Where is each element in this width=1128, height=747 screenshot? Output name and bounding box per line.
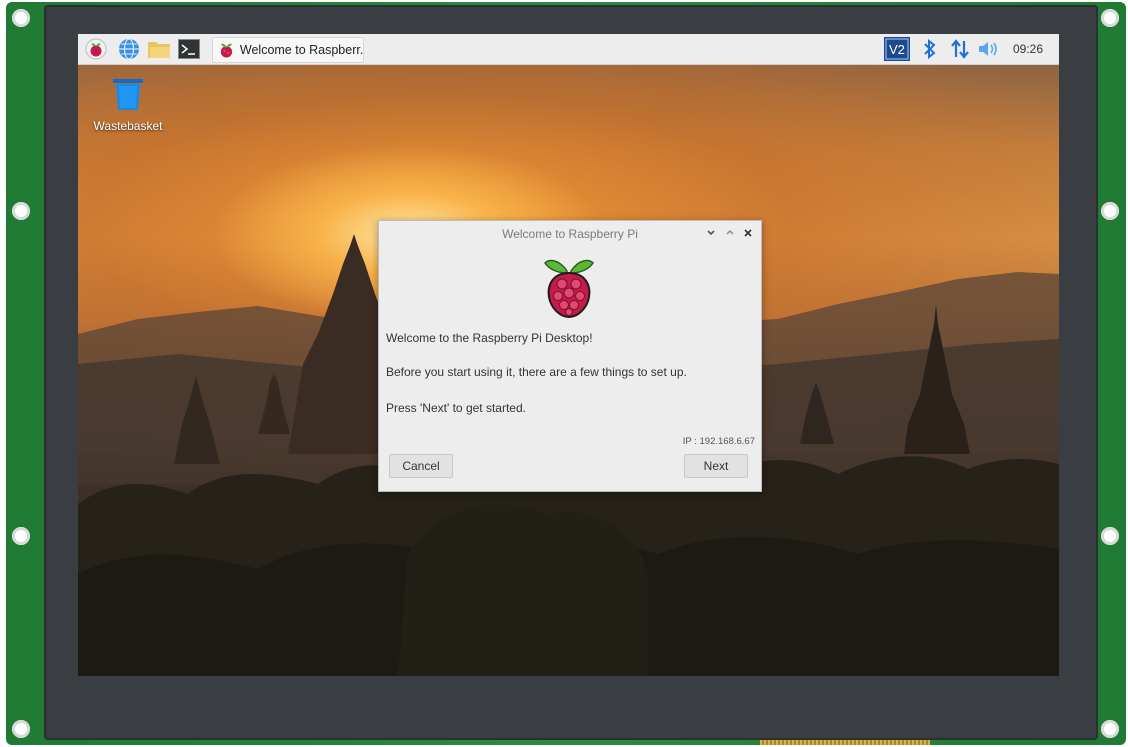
vnc-tray-button[interactable]: V2: [884, 37, 910, 61]
close-button[interactable]: [741, 226, 755, 240]
taskbar: Welcome to Raspberr... V2 09:26: [78, 34, 1059, 65]
ip-address: IP : 192.168.6.67: [682, 436, 755, 447]
chevron-up-icon: [726, 230, 734, 235]
vnc-icon: V2: [884, 37, 910, 61]
welcome-dialog: Welcome to Raspberry Pi Welcome to the R…: [378, 220, 762, 492]
cancel-button[interactable]: Cancel: [389, 454, 453, 478]
browser-button[interactable]: [116, 37, 142, 61]
trash-icon: [113, 79, 143, 110]
instruction-message: Press 'Next' to get started.: [386, 401, 526, 415]
maximize-button[interactable]: [723, 226, 737, 240]
bluetooth-icon: [924, 39, 936, 59]
mount-hole: [12, 9, 30, 27]
raspberry-icon: [220, 43, 233, 58]
mount-hole: [1101, 9, 1119, 27]
bluetooth-tray-button[interactable]: [923, 37, 937, 61]
terminal-icon: [178, 39, 200, 59]
minimize-button[interactable]: [704, 226, 718, 240]
next-button[interactable]: Next: [684, 454, 748, 478]
raspberry-menu-button[interactable]: [84, 37, 108, 61]
volume-icon: [979, 42, 997, 56]
welcome-heading: Welcome to the Raspberry Pi Desktop!: [386, 331, 593, 345]
mount-hole: [12, 720, 30, 738]
setup-message: Before you start using it, there are a f…: [386, 365, 687, 379]
mount-hole: [1101, 527, 1119, 545]
file-manager-icon: [148, 42, 170, 58]
dialog-titlebar[interactable]: Welcome to Raspberry Pi: [379, 221, 761, 247]
chevron-down-icon: [707, 230, 715, 236]
mount-hole: [1101, 720, 1119, 738]
taskbar-window-button[interactable]: Welcome to Raspberr...: [212, 37, 364, 63]
desktop-screen[interactable]: Welcome to Raspberr... V2 09:26 Wastebas…: [78, 34, 1059, 676]
clock[interactable]: 09:26: [1013, 37, 1043, 61]
raspberry-pi-logo: [544, 259, 594, 319]
browser-icon: [119, 38, 139, 60]
mount-hole: [12, 527, 30, 545]
network-icon: [951, 39, 969, 59]
network-tray-button[interactable]: [950, 37, 970, 61]
desktop-icon-wastebasket[interactable]: Wastebasket: [88, 76, 168, 133]
close-icon: [744, 229, 752, 237]
mount-hole: [1101, 202, 1119, 220]
taskbar-window-label: Welcome to Raspberr...: [239, 43, 363, 57]
file-manager-button[interactable]: [146, 37, 172, 61]
raspberry-menu-icon: [85, 38, 107, 60]
mount-hole: [12, 202, 30, 220]
terminal-button[interactable]: [176, 37, 202, 61]
svg-text:V2: V2: [889, 42, 905, 57]
volume-tray-button[interactable]: [978, 37, 1000, 61]
desktop-icon-label: Wastebasket: [93, 119, 163, 133]
